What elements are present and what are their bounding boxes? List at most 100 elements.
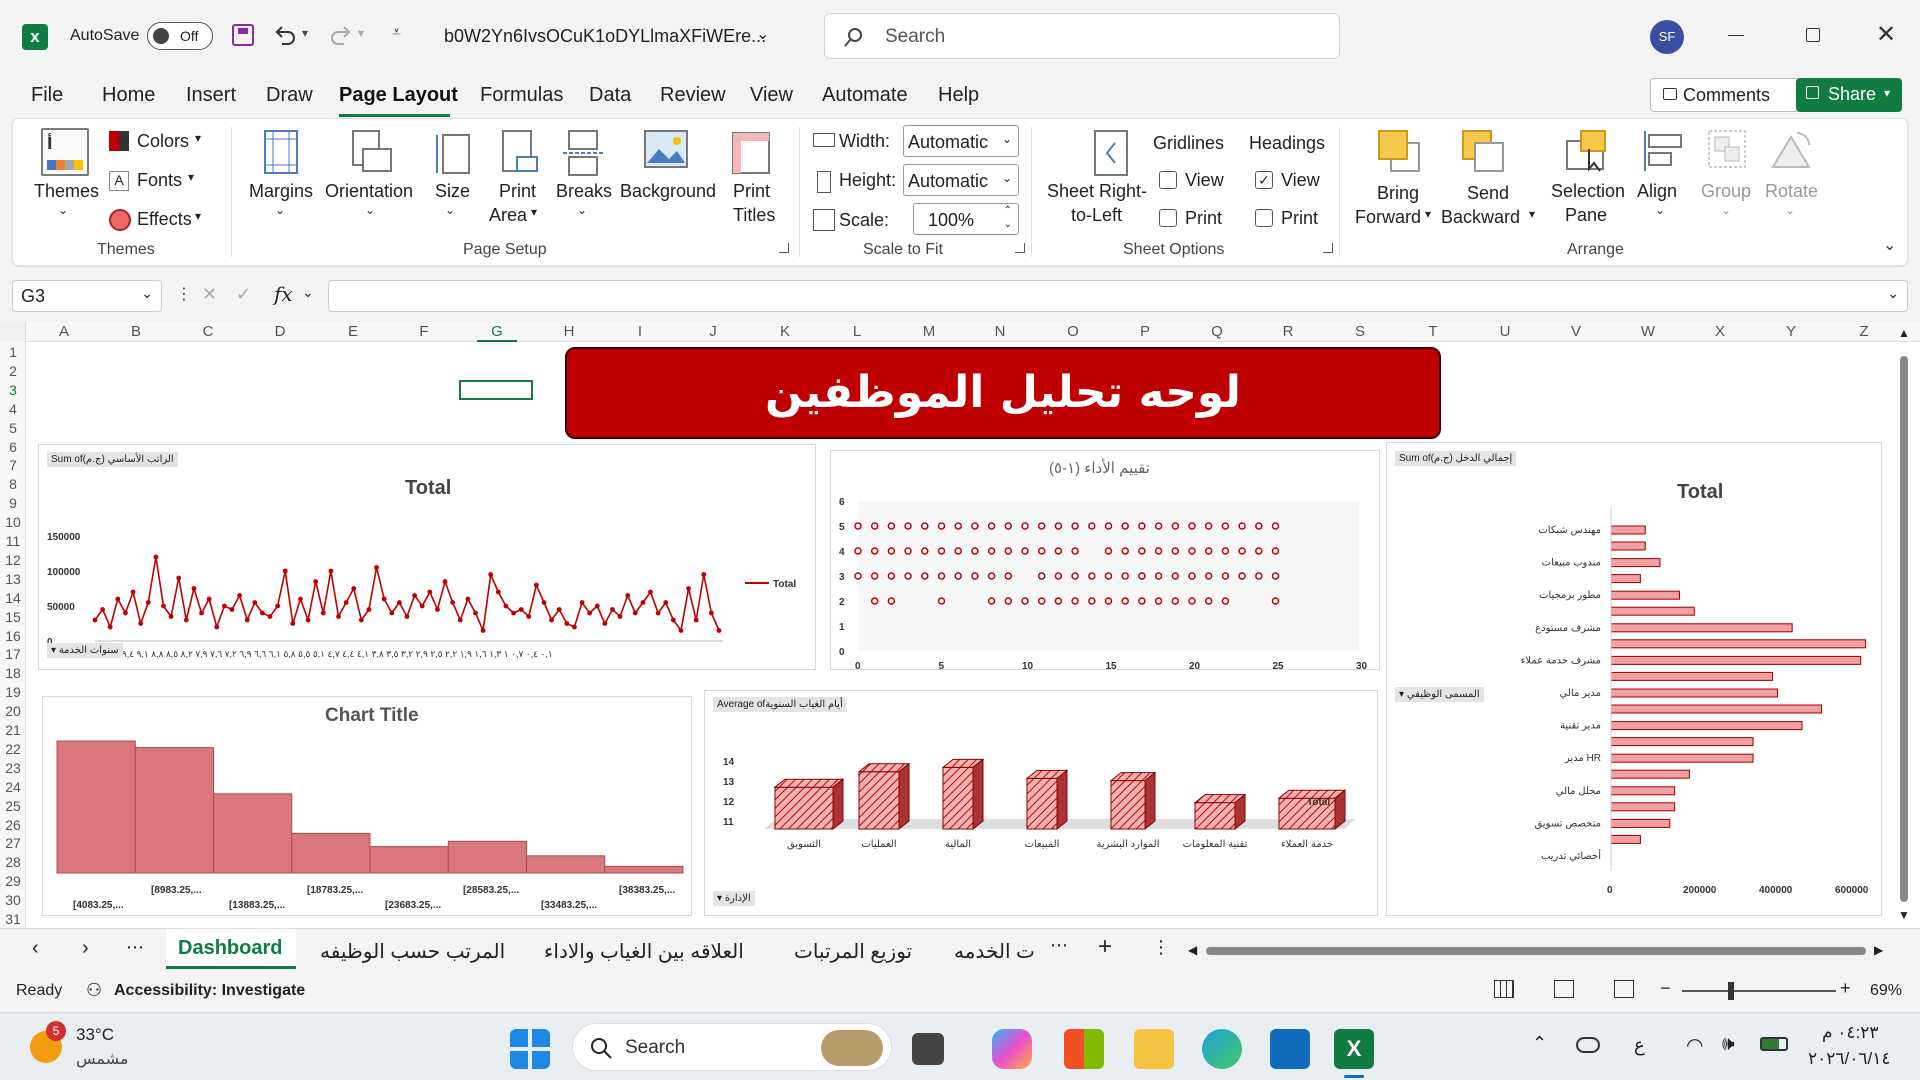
ribbon-collapse-icon[interactable]: ⌄: [1883, 235, 1896, 255]
headings-view-checkbox[interactable]: ✓: [1255, 171, 1273, 189]
horizontal-scrollbar[interactable]: ◀ ▶: [1188, 943, 1888, 959]
print-titles-label-2[interactable]: Titles: [733, 205, 775, 226]
column-header[interactable]: Z: [1844, 322, 1884, 342]
zoom-out-icon[interactable]: −: [1660, 978, 1671, 999]
more-options-icon[interactable]: ⋮: [176, 284, 192, 304]
size-label[interactable]: Size: [435, 181, 470, 202]
send-backward-icon[interactable]: [1459, 127, 1507, 175]
salary-line-chart[interactable]: Sum of(ج.م) الراتب الأساسي Total 150000 1…: [38, 444, 816, 670]
align-icon[interactable]: [1641, 127, 1685, 175]
row-header[interactable]: 7: [0, 457, 26, 473]
clock-date[interactable]: ٢٠٢٦/٠٦/١٤: [1808, 1049, 1891, 1069]
tab-next-icon[interactable]: ›: [82, 937, 89, 960]
page-break-view-icon[interactable]: [1614, 980, 1634, 998]
row-header[interactable]: 25: [0, 798, 26, 814]
menu-formulas[interactable]: Formulas: [480, 84, 563, 107]
page-setup-launcher-icon[interactable]: [779, 243, 789, 253]
zoom-slider-thumb[interactable]: [1728, 982, 1734, 1000]
row-header[interactable]: 29: [0, 873, 26, 889]
colors-icon[interactable]: [109, 131, 129, 151]
microsoft-store-icon[interactable]: [1064, 1029, 1104, 1069]
column-header[interactable]: B: [116, 322, 156, 342]
excel-taskbar-icon[interactable]: X: [1334, 1029, 1374, 1069]
tab-salary-by-job[interactable]: المرتب حسب الوظيفه: [320, 939, 505, 964]
column-header[interactable]: E: [333, 322, 373, 342]
sheet-rtl-label-2[interactable]: to-Left: [1071, 205, 1122, 226]
task-view-icon[interactable]: [912, 1033, 944, 1065]
column-header[interactable]: C: [188, 322, 228, 342]
orientation-icon[interactable]: [349, 129, 393, 177]
bring-forward-label-2[interactable]: Forward: [1355, 207, 1421, 228]
row-header[interactable]: 2: [0, 363, 26, 379]
colors-label[interactable]: Colors: [137, 131, 189, 152]
row-header[interactable]: 12: [0, 552, 26, 568]
print-titles-label-1[interactable]: Print: [733, 181, 770, 202]
row-header[interactable]: 14: [0, 590, 26, 606]
wifi-icon[interactable]: ◠: [1686, 1033, 1703, 1058]
column-header[interactable]: M: [909, 322, 949, 342]
zoom-slider[interactable]: [1682, 982, 1836, 1000]
column-header[interactable]: H: [549, 322, 589, 342]
menu-home[interactable]: Home: [102, 84, 155, 107]
tab-more-icon[interactable]: ⋯: [126, 937, 144, 958]
tab-absence-performance[interactable]: العلاقه بين الغياب والاداء: [544, 939, 744, 964]
tab-prev-icon[interactable]: ‹: [32, 937, 39, 960]
print-area-label-2[interactable]: Area: [489, 205, 527, 226]
search-box[interactable]: Search: [824, 13, 1340, 59]
row-header[interactable]: 16: [0, 628, 26, 644]
taskbar-search[interactable]: Search: [572, 1023, 892, 1071]
redo-dropdown-icon[interactable]: ▾: [358, 26, 364, 40]
print-area-icon[interactable]: [497, 129, 541, 177]
page-layout-view-icon[interactable]: [1554, 980, 1574, 998]
windows-start-icon[interactable]: [510, 1029, 550, 1069]
save-icon[interactable]: [232, 24, 254, 46]
formula-input[interactable]: ⌄: [328, 280, 1908, 312]
onedrive-icon[interactable]: [1576, 1037, 1600, 1053]
chart3-filter-pill[interactable]: ▾ المسمى الوظيفي: [1395, 687, 1484, 702]
column-header[interactable]: K: [765, 322, 805, 342]
column-header[interactable]: I: [620, 322, 660, 342]
row-header[interactable]: 3: [0, 382, 26, 398]
menu-file[interactable]: File: [31, 84, 63, 107]
autosave-toggle[interactable]: Off: [147, 22, 213, 50]
column-header[interactable]: X: [1700, 322, 1740, 342]
hscroll-right-icon[interactable]: ▶: [1874, 943, 1883, 957]
send-backward-label-2[interactable]: Backward: [1441, 207, 1520, 228]
size-icon[interactable]: [433, 129, 473, 177]
row-header[interactable]: 13: [0, 571, 26, 587]
background-icon[interactable]: [643, 129, 689, 173]
row-header[interactable]: 4: [0, 401, 26, 417]
row-header[interactable]: 17: [0, 646, 26, 662]
bring-forward-icon[interactable]: [1375, 127, 1423, 175]
column-header[interactable]: D: [260, 322, 300, 342]
absence-column-chart[interactable]: Average ofأيام الغياب السنوية 14 13 12 11 ال…: [704, 690, 1378, 916]
gridlines-view-checkbox[interactable]: [1159, 171, 1177, 189]
name-box[interactable]: G3 ⌄: [12, 280, 162, 312]
height-select[interactable]: Automatic ⌄: [903, 164, 1019, 196]
tab-salary-distribution[interactable]: توزيع المرتبات: [794, 939, 912, 964]
scroll-down-icon[interactable]: ▼: [1898, 908, 1910, 922]
excel-app-icon[interactable]: x: [22, 24, 48, 50]
print-titles-icon[interactable]: [729, 129, 773, 177]
scale-spinner[interactable]: 100% ⌃ ⌄: [913, 203, 1019, 235]
scale-launcher-icon[interactable]: [1015, 243, 1025, 253]
histogram-chart[interactable]: Chart Title [8983.25,... [18783.25,... [28…: [42, 696, 692, 916]
close-icon[interactable]: ✕: [1876, 20, 1896, 49]
send-backward-label-1[interactable]: Send: [1467, 183, 1509, 204]
align-label[interactable]: Align: [1637, 181, 1677, 202]
chart1-filter-pill[interactable]: ▾ سنوات الخدمة: [47, 643, 123, 658]
vertical-scrollbar[interactable]: ▲ ▼: [1896, 326, 1912, 926]
filename-chevron-icon[interactable]: ⌄: [756, 24, 769, 44]
row-header[interactable]: 22: [0, 741, 26, 757]
background-label[interactable]: Background: [620, 181, 716, 202]
effects-label[interactable]: Effects: [137, 209, 192, 230]
row-header[interactable]: 19: [0, 684, 26, 700]
menu-view[interactable]: View: [750, 84, 793, 107]
row-header[interactable]: 6: [0, 439, 26, 455]
row-header[interactable]: 28: [0, 854, 26, 870]
themes-label[interactable]: Themes: [34, 181, 99, 202]
breaks-label[interactable]: Breaks: [556, 181, 612, 202]
customize-qat-icon[interactable]: ⩡: [392, 24, 401, 42]
chart5-filter-pill[interactable]: ▾ الإدارة: [713, 891, 755, 906]
row-header[interactable]: 10: [0, 514, 26, 530]
